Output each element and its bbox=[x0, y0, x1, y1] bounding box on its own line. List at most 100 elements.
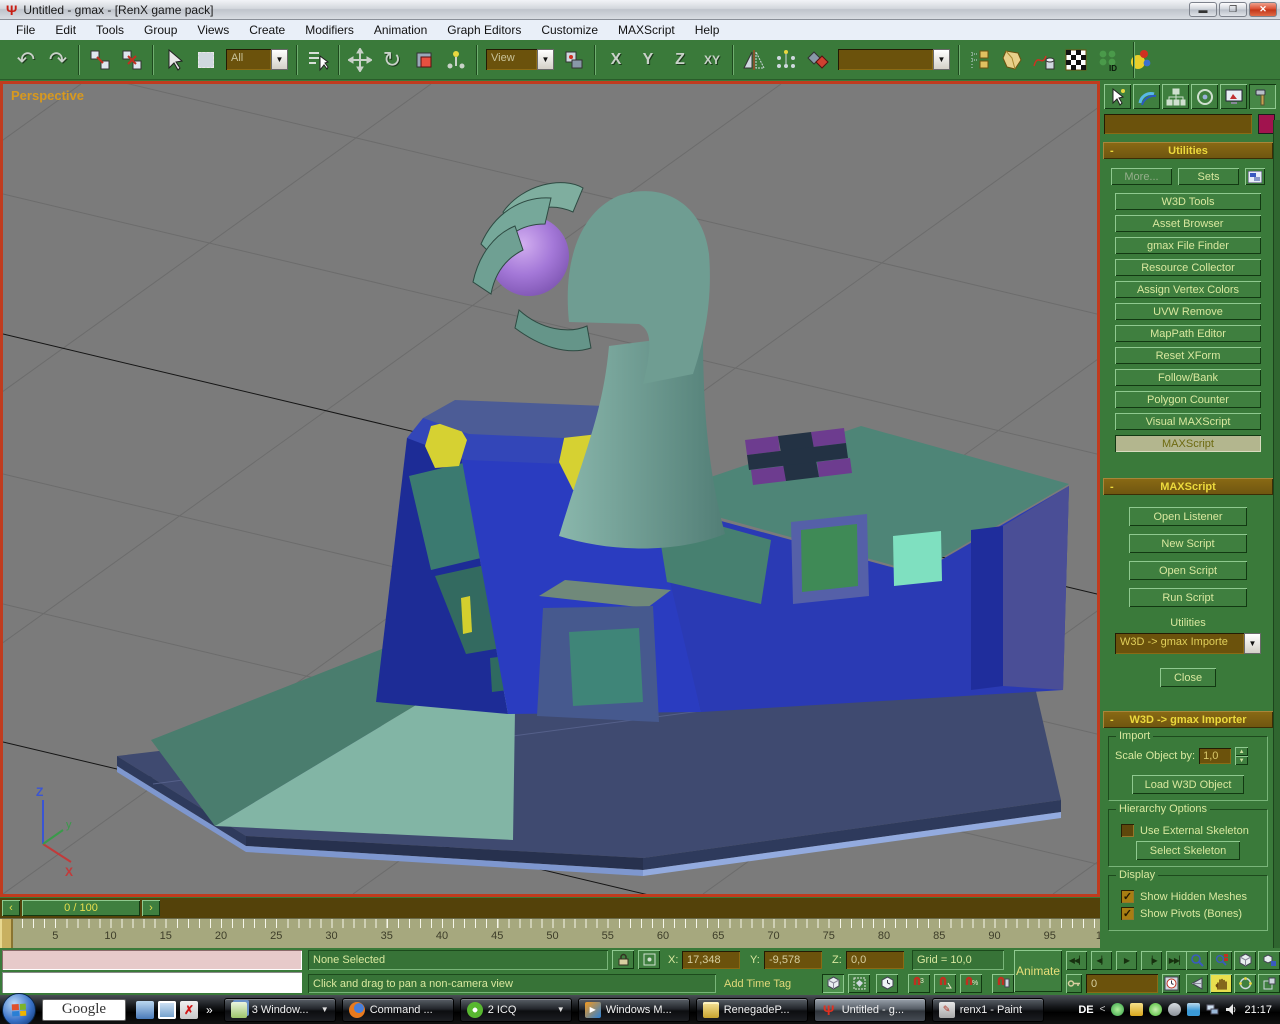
selection-lock-icon[interactable] bbox=[612, 950, 634, 969]
utility-button-assign-vertex-colors[interactable]: Assign Vertex Colors bbox=[1115, 281, 1261, 298]
clock-cube-icon[interactable] bbox=[876, 974, 898, 993]
restrict-xy-plane-icon[interactable]: XY bbox=[696, 44, 728, 76]
motion-tab[interactable] bbox=[1191, 84, 1218, 109]
z-coord-field[interactable]: 0,0 bbox=[846, 951, 904, 969]
show-desktop-icon[interactable] bbox=[136, 1001, 154, 1019]
dropdown-arrow-icon[interactable]: ▼ bbox=[1244, 633, 1261, 654]
taskbar-button-renx1-paint[interactable]: ✎renx1 - Paint bbox=[932, 998, 1044, 1022]
selection-filter-dropdown[interactable]: All ▼ bbox=[226, 49, 288, 70]
array-icon[interactable] bbox=[770, 44, 802, 76]
undo-icon[interactable]: ↶ bbox=[10, 44, 42, 76]
collapse-icon[interactable]: - bbox=[1110, 481, 1114, 493]
select-and-link-icon[interactable] bbox=[84, 44, 116, 76]
utilities-tab[interactable] bbox=[1249, 84, 1276, 109]
utility-button-polygon-counter[interactable]: Polygon Counter bbox=[1115, 391, 1261, 408]
unlink-selection-icon[interactable] bbox=[116, 44, 148, 76]
select-and-move-icon[interactable] bbox=[344, 44, 376, 76]
load-w3d-object-button[interactable]: Load W3D Object bbox=[1132, 775, 1244, 794]
rectangular-selection-region-icon[interactable] bbox=[190, 44, 222, 76]
taskbar-button-command-[interactable]: Command ... bbox=[342, 998, 454, 1022]
key-mode-icon[interactable] bbox=[1066, 974, 1082, 993]
viewport-label[interactable]: Perspective bbox=[11, 88, 84, 103]
track-bar-thumb[interactable] bbox=[0, 919, 13, 948]
network-icon[interactable] bbox=[1206, 1003, 1219, 1016]
object-name-field[interactable] bbox=[1104, 114, 1252, 134]
restrict-z-icon[interactable]: Z bbox=[664, 44, 696, 76]
menu-file[interactable]: File bbox=[6, 21, 45, 39]
next-frame-icon[interactable]: ▕▶ bbox=[1141, 951, 1162, 970]
redo-icon[interactable]: ↷ bbox=[42, 44, 74, 76]
material-id-icon[interactable]: ID bbox=[1092, 44, 1124, 76]
play-animation-icon[interactable]: ▶ bbox=[1116, 951, 1137, 970]
perspective-viewport[interactable]: Perspective Z X y bbox=[0, 81, 1100, 897]
close-utility-button[interactable]: Close bbox=[1160, 668, 1216, 687]
align-icon[interactable] bbox=[802, 44, 834, 76]
select-object-icon[interactable] bbox=[158, 44, 190, 76]
dashed-cube-icon[interactable] bbox=[848, 974, 870, 993]
utility-button-w3d-tools[interactable]: W3D Tools bbox=[1115, 193, 1261, 210]
use-external-skeleton-checkbox[interactable] bbox=[1121, 824, 1134, 837]
zoom-extents-all-icon[interactable] bbox=[1258, 951, 1280, 970]
menu-group[interactable]: Group bbox=[134, 21, 187, 39]
window-switcher-icon[interactable] bbox=[158, 1001, 176, 1019]
taskbar-button-windows-m-[interactable]: ▶Windows M... bbox=[578, 998, 690, 1022]
tray-status-icon[interactable] bbox=[1168, 1003, 1181, 1016]
importer-rollout-header[interactable]: - W3D -> gmax Importer bbox=[1103, 711, 1273, 728]
menu-customize[interactable]: Customize bbox=[531, 21, 608, 39]
absolute-offset-toggle-icon[interactable] bbox=[638, 950, 660, 969]
volume-icon[interactable] bbox=[1225, 1003, 1238, 1016]
current-frame-field[interactable]: 0 bbox=[1086, 974, 1158, 993]
curve-editor-icon[interactable] bbox=[1028, 44, 1060, 76]
menu-tools[interactable]: Tools bbox=[86, 21, 134, 39]
taskbar-button-renegadep-[interactable]: RenegadeP... bbox=[696, 998, 808, 1022]
scale-spinner[interactable]: ▲▼ bbox=[1235, 747, 1248, 765]
time-slider[interactable]: 0 / 100 bbox=[22, 900, 140, 916]
utility-button-resource-collector[interactable]: Resource Collector bbox=[1115, 259, 1261, 276]
restrict-y-icon[interactable]: Y bbox=[632, 44, 664, 76]
utility-button-gmax-file-finder[interactable]: gmax File Finder bbox=[1115, 237, 1261, 254]
quick-launch-app-icon[interactable]: ✗ bbox=[180, 1001, 198, 1019]
pan-view-icon[interactable] bbox=[1210, 974, 1232, 993]
create-tab[interactable] bbox=[1104, 84, 1131, 109]
maxscript-utility-dropdown[interactable]: W3D -> gmax Importe ▼ bbox=[1115, 633, 1261, 654]
dropdown-caret-icon[interactable]: ▼ bbox=[321, 1005, 329, 1014]
menu-maxscript[interactable]: MAXScript bbox=[608, 21, 685, 39]
taskbar-button-3-window-[interactable]: 3 Window...▼ bbox=[224, 998, 336, 1022]
taskbar-button-2-icq[interactable]: 2 ICQ▼ bbox=[460, 998, 572, 1022]
menu-help[interactable]: Help bbox=[685, 21, 730, 39]
mirror-icon[interactable] bbox=[738, 44, 770, 76]
restrict-x-icon[interactable]: X bbox=[600, 44, 632, 76]
show-hidden-meshes-checkbox[interactable]: ✓ bbox=[1121, 890, 1134, 903]
angle-snap-icon[interactable] bbox=[934, 974, 956, 993]
percent-snap-icon[interactable]: % bbox=[960, 974, 982, 993]
arc-rotate-icon[interactable] bbox=[1234, 974, 1256, 993]
animate-button[interactable]: Animate bbox=[1014, 950, 1062, 992]
building-wing[interactable] bbox=[649, 426, 1069, 712]
menu-modifiers[interactable]: Modifiers bbox=[295, 21, 364, 39]
tray-mail-icon[interactable] bbox=[1130, 1003, 1143, 1016]
menu-animation[interactable]: Animation bbox=[364, 21, 437, 39]
adaptive-degradation-icon[interactable] bbox=[822, 974, 844, 993]
panel-scrollbar[interactable] bbox=[1273, 120, 1280, 948]
go-to-start-icon[interactable]: ◀◀▏ bbox=[1066, 951, 1087, 970]
go-to-end-icon[interactable]: ▶▶▏ bbox=[1166, 951, 1187, 970]
open-listener-button[interactable]: Open Listener bbox=[1129, 507, 1247, 526]
modify-tab[interactable] bbox=[1133, 84, 1160, 109]
time-slider-prev-icon[interactable]: ‹ bbox=[2, 900, 20, 916]
add-time-tag[interactable]: Add Time Tag bbox=[724, 978, 791, 990]
select-skeleton-button[interactable]: Select Skeleton bbox=[1136, 841, 1240, 860]
spinner-snap-icon[interactable] bbox=[992, 974, 1014, 993]
language-indicator[interactable]: DE bbox=[1078, 1004, 1093, 1016]
show-pivots-checkbox[interactable]: ✓ bbox=[1121, 907, 1134, 920]
previous-frame-icon[interactable]: ◀▏ bbox=[1091, 951, 1112, 970]
close-button[interactable]: ✕ bbox=[1249, 2, 1277, 17]
dropdown-arrow-icon[interactable]: ▼ bbox=[933, 49, 950, 70]
utility-button-visual-maxscript[interactable]: Visual MAXScript bbox=[1115, 413, 1261, 430]
restore-button[interactable]: ❐ bbox=[1219, 2, 1247, 17]
time-slider-track[interactable]: ‹ 0 / 100 › bbox=[0, 898, 1100, 918]
minimize-button[interactable]: ▬ bbox=[1189, 2, 1217, 17]
zoom-icon[interactable] bbox=[1186, 951, 1208, 970]
field-of-view-icon[interactable] bbox=[1186, 974, 1208, 993]
macro-recorder-box[interactable] bbox=[2, 950, 302, 970]
named-selection-sets-dropdown[interactable]: ▼ bbox=[838, 49, 950, 70]
